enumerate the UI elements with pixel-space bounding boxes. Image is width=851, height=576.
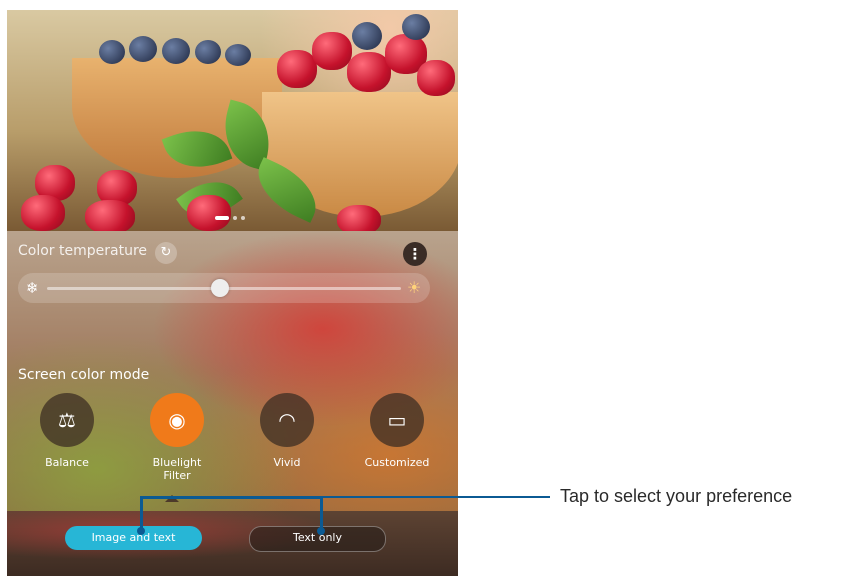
callout-dot — [317, 527, 325, 535]
vivid-arcs-icon[interactable]: ◠ — [260, 393, 314, 447]
page-indicator-dot-active — [215, 216, 229, 220]
blueberry-shape — [162, 38, 190, 64]
blueberry-shape — [129, 36, 157, 62]
callout-line — [140, 497, 143, 529]
raspberry-shape — [187, 195, 231, 231]
blueberry-shape — [225, 44, 251, 66]
page-indicator-dot — [241, 216, 245, 220]
mode-label: Vivid — [273, 456, 301, 469]
mode-vivid[interactable]: ◠ Vivid — [232, 393, 342, 469]
callout-line — [320, 497, 323, 529]
callout-line — [320, 496, 550, 498]
mode-label: Customized — [364, 456, 430, 469]
blueberry-shape — [352, 22, 382, 50]
raspberry-shape — [312, 32, 352, 70]
more-options-icon[interactable]: ⋮ — [403, 242, 427, 266]
snowflake-icon: ❄ — [26, 279, 39, 297]
mode-bluelight-filter[interactable]: ◉ Bluelight Filter — [122, 393, 232, 482]
blueberry-shape — [195, 40, 221, 64]
refresh-icon[interactable]: ↻ — [155, 242, 177, 264]
blueberry-shape — [402, 14, 430, 40]
raspberry-shape — [21, 195, 65, 231]
callout-dot — [137, 527, 145, 535]
image-and-text-button[interactable]: Image and text — [65, 526, 202, 550]
blueberry-shape — [99, 40, 125, 64]
fruit-wallpaper-image — [7, 10, 458, 235]
mode-label: Balance — [45, 456, 89, 469]
raspberry-shape — [277, 50, 317, 88]
page-indicator — [215, 216, 245, 220]
mode-label: Bluelight Filter — [152, 456, 202, 482]
raspberry-shape — [417, 60, 455, 96]
callout-label: Tap to select your preference — [560, 486, 793, 506]
mode-customized[interactable]: ▭ Customized — [342, 393, 452, 469]
screen-color-mode-title: Screen color mode — [18, 367, 150, 383]
page-indicator-dot — [233, 216, 237, 220]
sun-icon: ☀ — [407, 278, 422, 297]
mode-balance[interactable]: ⚖ Balance — [12, 393, 122, 469]
eye-shield-icon[interactable]: ◉ — [150, 393, 204, 447]
balance-scale-icon[interactable]: ⚖ — [40, 393, 94, 447]
raspberry-shape — [85, 200, 135, 234]
customized-screen-icon[interactable]: ▭ — [370, 393, 424, 447]
callout-line — [140, 496, 323, 499]
color-temperature-label: Color temperature — [18, 243, 148, 259]
